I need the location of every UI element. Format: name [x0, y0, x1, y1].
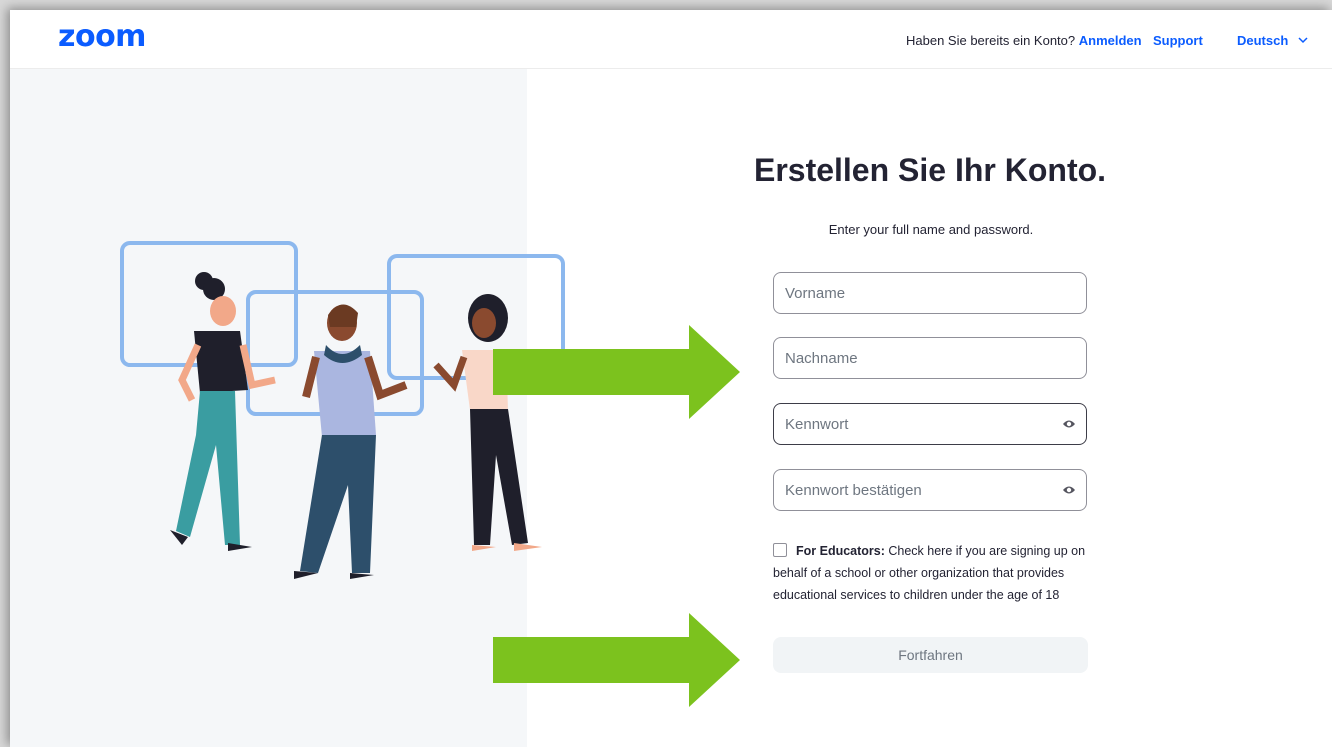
support-link[interactable]: Support	[1153, 33, 1203, 48]
last-name-field[interactable]	[773, 337, 1087, 379]
right-arrow-icon	[493, 613, 740, 707]
language-label: Deutsch	[1237, 33, 1289, 48]
educators-label-bold: For Educators:	[796, 544, 885, 558]
first-name-input[interactable]	[785, 273, 1055, 313]
confirm-password-field[interactable]	[773, 469, 1087, 511]
continue-button[interactable]: Fortfahren	[773, 637, 1088, 673]
page-subtitle: Enter your full name and password.	[828, 222, 1034, 237]
educators-checkbox-row: For Educators: Check here if you are sig…	[773, 540, 1103, 606]
eye-icon[interactable]	[1062, 484, 1076, 496]
educators-checkbox[interactable]	[773, 543, 787, 557]
browser-page: zoom Haben Sie bereits ein Konto? Anmeld…	[10, 10, 1332, 747]
signin-link[interactable]: Anmelden	[1079, 33, 1142, 48]
chevron-down-icon	[1298, 37, 1308, 44]
password-input[interactable]	[785, 404, 1055, 444]
language-selector[interactable]: Deutsch	[1237, 33, 1308, 48]
confirm-password-input[interactable]	[785, 470, 1055, 510]
password-field[interactable]	[773, 403, 1087, 445]
account-prompt-text: Haben Sie bereits ein Konto?	[906, 33, 1076, 48]
last-name-input[interactable]	[785, 338, 1055, 378]
zoom-logo[interactable]: zoom	[58, 22, 146, 52]
right-arrow-icon	[493, 325, 740, 419]
page-title: Erstellen Sie Ihr Konto.	[753, 152, 1107, 188]
top-header: zoom Haben Sie bereits ein Konto? Anmeld…	[10, 10, 1332, 69]
eye-icon[interactable]	[1062, 418, 1076, 430]
first-name-field[interactable]	[773, 272, 1087, 314]
account-prompt: Haben Sie bereits ein Konto? Anmelden	[906, 33, 1142, 48]
